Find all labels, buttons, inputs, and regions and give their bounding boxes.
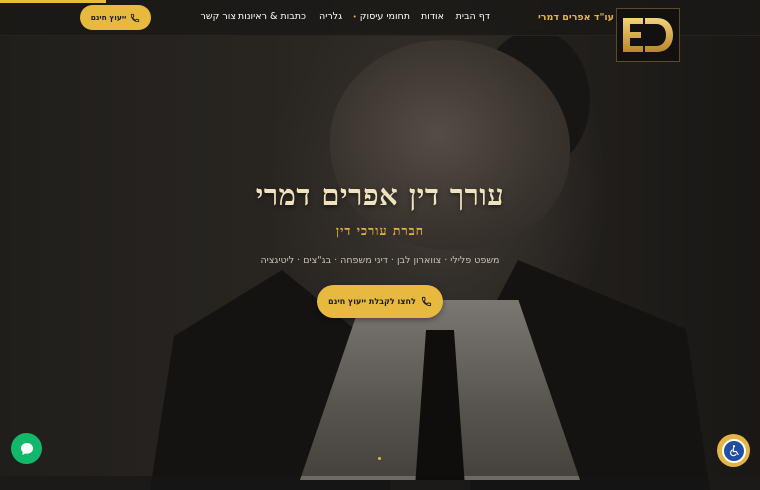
nav-item-articles[interactable]: כתבות & ראיונות	[238, 11, 306, 22]
nav-item-label: תחומי עיסוק	[359, 11, 410, 22]
nav-item-gallery[interactable]: גלריה	[319, 11, 342, 22]
hero-cta-label: לחצו לקבלת ייעוץ חינם	[328, 297, 416, 306]
hero-subtitle: חברת עורכי דין	[335, 223, 425, 238]
header-free-consult-button[interactable]: ייעוץ חינם	[80, 5, 151, 30]
brand-name[interactable]: עו"ד אפרים דמרי	[538, 12, 614, 23]
phone-icon	[421, 296, 431, 307]
hero-practice-areas: משפט פלילי · צווארון לבן · דיני משפחה · …	[260, 255, 500, 266]
nav-item-about[interactable]: אודות	[421, 11, 444, 22]
dropdown-dot-icon: •	[352, 13, 357, 21]
slider-dot[interactable]	[378, 457, 381, 460]
site-header: עו"ד אפרים דמרי דף הבית אודות תחומי עיסו…	[0, 0, 760, 62]
accessibility-badge	[721, 438, 746, 463]
header-free-consult-label: ייעוץ חינם	[90, 13, 127, 22]
chat-button[interactable]	[11, 433, 42, 464]
logo-mark-icon	[623, 18, 673, 52]
scroll-progress-bar	[0, 0, 107, 3]
phone-icon	[131, 13, 140, 22]
nav-item-practice-areas[interactable]: תחומי עיסוק •	[353, 11, 410, 22]
hero-free-consult-button[interactable]: לחצו לקבלת ייעוץ חינם	[317, 285, 443, 318]
hero-title: עורך דין אפרים דמרי	[255, 178, 505, 212]
nav-item-contact[interactable]: צור קשר	[201, 11, 236, 22]
accessibility-button[interactable]	[717, 434, 750, 467]
logo[interactable]	[616, 8, 680, 62]
wheelchair-icon	[729, 444, 739, 456]
main-nav: דף הבית אודות תחומי עיסוק • גלריה כתבות …	[198, 11, 494, 25]
chat-bubble-icon	[20, 442, 33, 455]
nav-item-home[interactable]: דף הבית	[456, 11, 490, 22]
